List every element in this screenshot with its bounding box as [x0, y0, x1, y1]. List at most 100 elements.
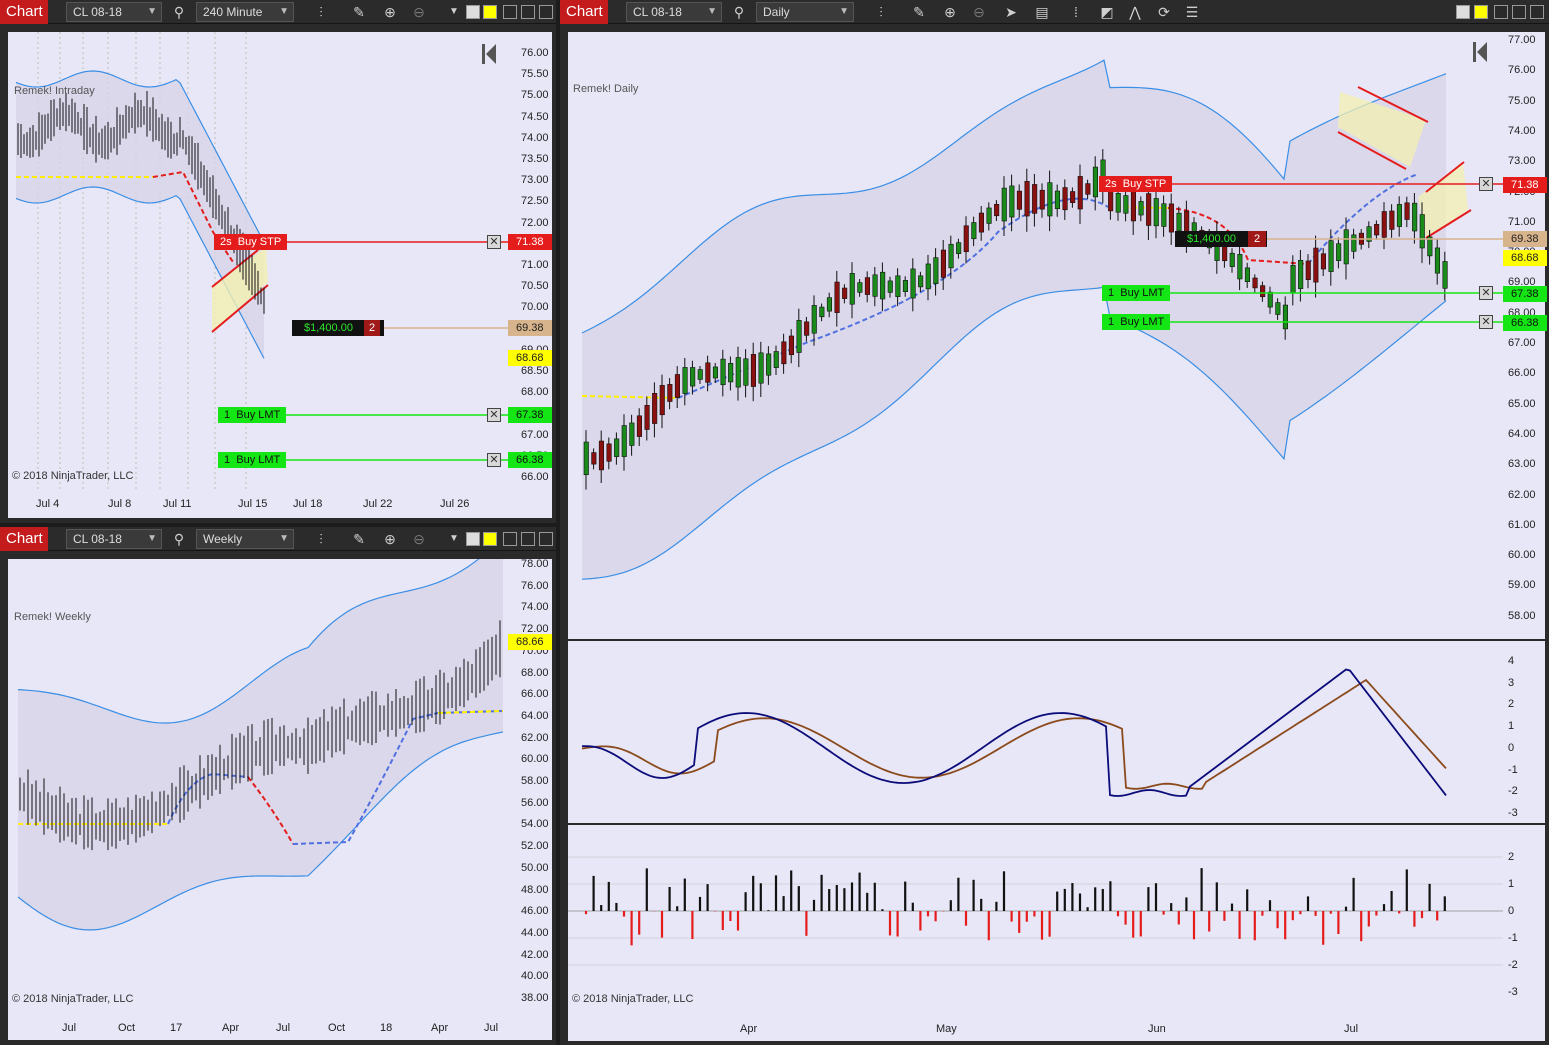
y-tick-label: 60.00: [1508, 549, 1536, 562]
indicators-icon[interactable]: ⁞: [1067, 3, 1085, 21]
color-swatch[interactable]: [483, 532, 497, 546]
limit-order-label-2[interactable]: 1 Buy LMT: [218, 452, 287, 468]
close-button[interactable]: [539, 5, 553, 19]
price-plot[interactable]: Remek! Intraday © 2018 NinjaTrader, LLC …: [8, 32, 516, 490]
y-tick-label: 42.00: [521, 948, 549, 961]
x-tick-label: Jul: [1344, 1023, 1359, 1035]
time-axis[interactable]: Jul Oct 17 Apr Jul Oct 18 Apr Jul: [8, 1014, 552, 1040]
chart-menu-button[interactable]: Chart: [0, 0, 48, 24]
bar-type-icon[interactable]: ⫶: [312, 530, 330, 548]
maximize-button[interactable]: [521, 532, 535, 546]
time-axis[interactable]: Apr May Jun Jul: [568, 1015, 1545, 1041]
period-selector[interactable]: Weekly ▼: [196, 529, 294, 549]
chart-menu-button[interactable]: Chart: [560, 0, 608, 24]
maximize-button[interactable]: [1512, 5, 1526, 19]
zoom-out-icon[interactable]: ⊖: [410, 530, 428, 548]
candle-body: [1260, 285, 1266, 298]
zoom-out-icon[interactable]: ⊖: [410, 3, 428, 21]
period-selector[interactable]: Daily ▼: [756, 2, 854, 22]
zoom-in-icon[interactable]: ⊕: [381, 530, 399, 548]
scroll-to-end-icon[interactable]: [1471, 40, 1489, 64]
color-swatch[interactable]: [466, 532, 480, 546]
stop-price-tag: 71.38: [508, 234, 552, 250]
candle-body: [690, 367, 696, 387]
close-order-icon[interactable]: ✕: [487, 408, 501, 422]
candle-body: [636, 415, 642, 437]
templates-icon[interactable]: ⋀: [1126, 3, 1144, 21]
maximize-button[interactable]: [521, 5, 535, 19]
period-selector[interactable]: 240 Minute ▼: [196, 2, 294, 22]
pencil-icon[interactable]: ✎: [350, 3, 368, 21]
oscillator-axis[interactable]: 4 3 2 1 0 -1 -2 -3: [1503, 641, 1545, 823]
price-plot[interactable]: Remek! Daily 2s Buy STP $1,400.00 2 1 Bu…: [568, 32, 1503, 639]
candle-body: [682, 367, 688, 394]
chart-menu-button[interactable]: Chart: [0, 527, 48, 551]
price-plot[interactable]: Remek! Weekly © 2018 NinjaTrader, LLC: [8, 559, 516, 1014]
zoom-in-icon[interactable]: ⊕: [381, 3, 399, 21]
limit-order-label-2[interactable]: 1 Buy LMT: [1102, 314, 1171, 330]
search-icon[interactable]: ⚲: [170, 530, 188, 548]
oscillator-panel[interactable]: [568, 641, 1503, 823]
chevron-down-icon[interactable]: ▼: [445, 530, 463, 548]
candle-body: [667, 384, 673, 402]
close-order-icon[interactable]: ✕: [487, 235, 501, 249]
price-axis[interactable]: 78.00 76.00 74.00 72.00 70.00 68.00 66.00 64.00…: [516, 558, 552, 1014]
search-icon[interactable]: ⚲: [730, 3, 748, 21]
instrument-selector[interactable]: CL 08-18 ▼: [626, 2, 722, 22]
minimize-button[interactable]: [503, 5, 517, 19]
close-order-icon[interactable]: ✕: [1479, 177, 1493, 191]
bar-type-icon[interactable]: ⫶: [872, 3, 890, 21]
chevron-down-icon[interactable]: ▼: [445, 3, 463, 21]
refresh-icon[interactable]: ⟳: [1155, 3, 1173, 21]
bar-type-icon[interactable]: ⫶: [312, 3, 330, 21]
color-swatch[interactable]: [466, 5, 480, 19]
x-tick-label: Jul: [276, 1022, 291, 1034]
y-tick-label: 68.00: [521, 666, 549, 679]
instrument-selector[interactable]: CL 08-18 ▼: [66, 529, 162, 549]
histogram-panel[interactable]: © 2018 NinjaTrader, LLC: [568, 825, 1503, 1015]
time-axis[interactable]: Jul 4 Jul 8 Jul 11 Jul 15 Jul 18 Jul 22 Jul 26: [8, 490, 552, 518]
pencil-icon[interactable]: ✎: [350, 530, 368, 548]
close-button[interactable]: [1530, 5, 1544, 19]
limit-order-label-1[interactable]: 1 Buy LMT: [218, 407, 287, 423]
close-button[interactable]: [539, 532, 553, 546]
copyright: © 2018 NinjaTrader, LLC: [12, 993, 134, 1005]
color-swatch[interactable]: [1474, 5, 1488, 19]
pencil-icon[interactable]: ✎: [910, 3, 928, 21]
candle-body: [963, 225, 969, 253]
candle-body: [644, 404, 650, 430]
y-tick-label: -2: [1508, 785, 1518, 798]
close-order-icon[interactable]: ✕: [487, 453, 501, 467]
period-value: Weekly: [203, 532, 243, 546]
y-tick-label: 67.00: [1508, 337, 1536, 349]
properties-icon[interactable]: ☰: [1183, 3, 1201, 21]
chart-window-daily: Chart CL 08-18 ▼ ⚲ Daily ▼ ⫶ ✎ ⊕ ⊖ ➤ ▤ ⁞ ◩…: [560, 0, 1549, 1045]
zoom-out-icon[interactable]: ⊖: [970, 3, 988, 21]
stop-order-label[interactable]: 2s Buy STP: [214, 234, 288, 250]
y-tick-label: 52.00: [521, 840, 549, 853]
zoom-in-icon[interactable]: ⊕: [941, 3, 959, 21]
minimize-button[interactable]: [503, 532, 517, 546]
histogram-axis[interactable]: 2 1 0 -1 -2 -3: [1503, 825, 1545, 1015]
stop-order-label[interactable]: 2s Buy STP: [1099, 176, 1173, 192]
y-tick-label: 74.00: [521, 131, 549, 144]
minimize-button[interactable]: [1494, 5, 1508, 19]
y-tick-label: 1: [1508, 720, 1515, 733]
instrument-selector[interactable]: CL 08-18 ▼: [66, 2, 162, 22]
close-order-icon[interactable]: ✕: [1479, 315, 1493, 329]
color-swatch[interactable]: [1456, 5, 1470, 19]
x-tick-label: Jul 11: [163, 498, 192, 510]
data-box-icon[interactable]: ▤: [1033, 3, 1051, 21]
close-order-icon[interactable]: ✕: [1479, 286, 1493, 300]
y-tick-label: 60.00: [521, 753, 549, 766]
candle-body: [819, 306, 825, 318]
strategies-icon[interactable]: ◩: [1098, 3, 1116, 21]
limit-order-label-1[interactable]: 1 Buy LMT: [1102, 285, 1171, 301]
search-icon[interactable]: ⚲: [170, 3, 188, 21]
scroll-to-end-icon[interactable]: [480, 42, 498, 66]
pointer-icon[interactable]: ➤: [1002, 3, 1020, 21]
y-tick-label: 66.00: [521, 688, 549, 701]
color-swatch[interactable]: [483, 5, 497, 19]
price-axis[interactable]: 77.0076.0075.0074.0073.0072.0071.0070.00…: [1503, 32, 1545, 652]
candle-body: [1016, 190, 1023, 210]
